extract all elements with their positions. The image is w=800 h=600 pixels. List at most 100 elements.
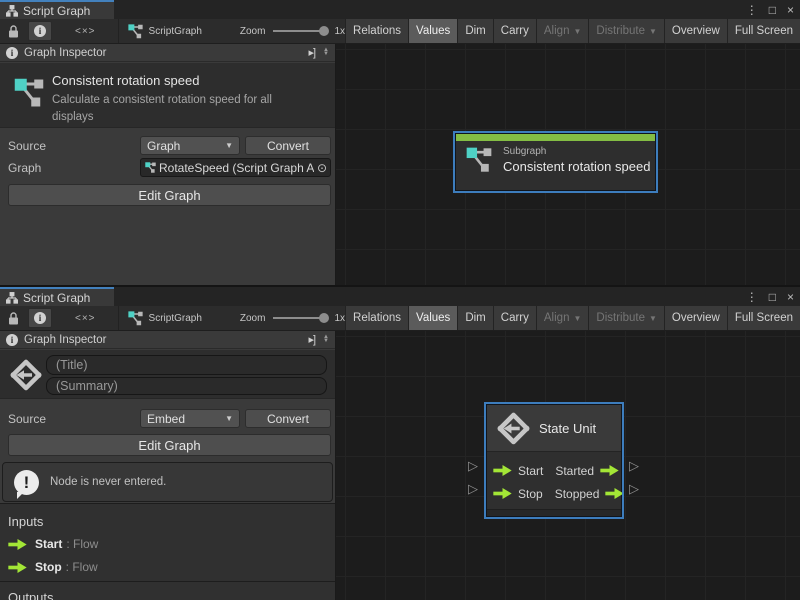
object-picker-icon[interactable]: ⊙ bbox=[317, 161, 327, 175]
port-connector-icon[interactable]: ▷ bbox=[468, 459, 478, 472]
input-port-row: Start : Flow bbox=[8, 537, 98, 551]
graph-inspector-header: i Graph Inspector ▸] ▲ ▼ bbox=[0, 331, 335, 349]
zoom-slider[interactable] bbox=[273, 312, 327, 324]
node-color-bar bbox=[456, 134, 655, 141]
info-toggle-button[interactable]: i bbox=[28, 308, 52, 328]
info-toggle-button[interactable]: i bbox=[28, 21, 52, 41]
code-icon[interactable]: <×> bbox=[75, 313, 96, 324]
carry-button[interactable]: Carry bbox=[493, 19, 536, 43]
convert-button[interactable]: Convert bbox=[245, 409, 331, 428]
lock-icon[interactable] bbox=[8, 25, 19, 38]
graph-inspector-title: Graph Inspector bbox=[24, 334, 302, 346]
info-icon: i bbox=[34, 312, 46, 324]
menu-icon[interactable]: ⋮ bbox=[746, 291, 758, 303]
spinner-down-icon[interactable]: ▼ bbox=[323, 340, 329, 343]
port-row: Stop Stopped bbox=[493, 482, 615, 505]
lock-icon[interactable] bbox=[8, 312, 19, 325]
script-graph-icon bbox=[14, 78, 44, 111]
script-graph-icon bbox=[128, 311, 143, 326]
graph-object-field[interactable]: RotateSpeed (Script Graph A ⊙ bbox=[140, 158, 331, 177]
flow-arrow-icon[interactable] bbox=[600, 465, 619, 476]
panel-scroll-spinner[interactable]: ▲ ▼ bbox=[323, 336, 329, 343]
values-button[interactable]: Values bbox=[408, 306, 457, 330]
graph-name-label: ScriptGraph bbox=[149, 313, 202, 324]
dim-button[interactable]: Dim bbox=[457, 306, 492, 330]
node-ports: Start Started Stop Stopped bbox=[487, 452, 621, 510]
inputs-header: Inputs bbox=[8, 514, 43, 529]
window-controls: ⋮ □ × bbox=[746, 0, 794, 19]
port-connector-icon[interactable]: ▷ bbox=[468, 482, 478, 495]
relations-button[interactable]: Relations bbox=[345, 306, 408, 330]
maximize-icon[interactable]: □ bbox=[769, 291, 776, 303]
flow-arrow-icon bbox=[8, 539, 27, 550]
inspector-toggle-group: i <×> bbox=[0, 19, 104, 43]
panel-scroll-spinner[interactable]: ▲ ▼ bbox=[323, 49, 329, 56]
graph-canvas[interactable]: State Unit Start Started bbox=[336, 331, 800, 600]
relations-button[interactable]: Relations bbox=[345, 19, 408, 43]
title-field[interactable] bbox=[46, 355, 327, 375]
maximize-icon[interactable]: □ bbox=[769, 4, 776, 16]
graph-inspector-panel: i Graph Inspector ▸] ▲ ▼ Consistent rota… bbox=[0, 44, 336, 285]
full-screen-button[interactable]: Full Screen bbox=[727, 306, 800, 330]
toolbar-buttons: Relations Values Dim Carry Align ▼ Distr… bbox=[345, 306, 800, 330]
state-unit-icon bbox=[10, 359, 42, 394]
zoom-slider[interactable] bbox=[273, 25, 327, 37]
subgraph-node[interactable]: Subgraph Consistent rotation speed bbox=[455, 133, 656, 191]
state-unit-icon bbox=[497, 412, 530, 445]
output-port-label: Started bbox=[555, 464, 594, 478]
input-port-row: Stop : Flow bbox=[8, 560, 98, 574]
chevron-down-icon: ▼ bbox=[573, 27, 581, 36]
code-icon[interactable]: <×> bbox=[75, 26, 96, 37]
carry-button[interactable]: Carry bbox=[493, 306, 536, 330]
graph-title: Consistent rotation speed bbox=[52, 73, 199, 88]
state-unit-node[interactable]: State Unit Start Started bbox=[486, 404, 622, 517]
dock-panel-icon[interactable]: ▸] bbox=[308, 46, 315, 59]
edit-graph-button[interactable]: Edit Graph bbox=[8, 184, 331, 206]
source-dropdown[interactable]: Embed ▼ bbox=[140, 409, 240, 428]
flow-arrow-icon bbox=[8, 562, 27, 573]
zoom-label: Zoom bbox=[240, 26, 266, 37]
edit-graph-button[interactable]: Edit Graph bbox=[8, 434, 331, 456]
chevron-down-icon: ▼ bbox=[649, 27, 657, 36]
zoom-slider-handle[interactable] bbox=[319, 26, 329, 36]
port-connector-icon[interactable]: ▷ bbox=[629, 482, 639, 495]
summary-field[interactable] bbox=[46, 377, 327, 395]
close-icon[interactable]: × bbox=[787, 291, 794, 303]
overview-button[interactable]: Overview bbox=[664, 19, 727, 43]
dim-button[interactable]: Dim bbox=[457, 19, 492, 43]
distribute-button[interactable]: Distribute ▼ bbox=[588, 306, 664, 330]
flow-arrow-icon[interactable] bbox=[605, 488, 624, 499]
port-connector-icon[interactable]: ▷ bbox=[629, 459, 639, 472]
close-icon[interactable]: × bbox=[787, 4, 794, 16]
values-button[interactable]: Values bbox=[408, 19, 457, 43]
source-label: Source bbox=[8, 139, 46, 153]
dock-panel-icon[interactable]: ▸] bbox=[308, 333, 315, 346]
convert-button[interactable]: Convert bbox=[245, 136, 331, 155]
script-graph-window-top: Script Graph ⋮ □ × i <×> ScriptGraph Zoo… bbox=[0, 0, 800, 285]
graph-hierarchy-icon bbox=[6, 292, 18, 304]
zoom-slider-handle[interactable] bbox=[319, 313, 329, 323]
overview-button[interactable]: Overview bbox=[664, 306, 727, 330]
distribute-button[interactable]: Distribute ▼ bbox=[588, 19, 664, 43]
source-dropdown[interactable]: Graph ▼ bbox=[140, 136, 240, 155]
node-footer bbox=[487, 509, 621, 516]
section-divider bbox=[0, 581, 335, 582]
full-screen-button[interactable]: Full Screen bbox=[727, 19, 800, 43]
tab-script-graph[interactable]: Script Graph bbox=[0, 287, 114, 306]
source-dropdown-value: Embed bbox=[147, 412, 185, 426]
script-graph-icon bbox=[145, 162, 156, 173]
graph-canvas[interactable]: Subgraph Consistent rotation speed bbox=[336, 44, 800, 285]
port-name: Stop bbox=[35, 560, 62, 574]
flow-arrow-icon[interactable] bbox=[493, 465, 512, 476]
distribute-label: Distribute bbox=[596, 312, 645, 324]
align-button[interactable]: Align ▼ bbox=[536, 306, 589, 330]
align-button[interactable]: Align ▼ bbox=[536, 19, 589, 43]
graph-toolbar: i <×> ScriptGraph Zoom 1x Relations Valu… bbox=[0, 306, 800, 331]
chevron-down-icon: ▼ bbox=[225, 141, 233, 150]
menu-icon[interactable]: ⋮ bbox=[746, 4, 758, 16]
flow-arrow-icon[interactable] bbox=[493, 488, 512, 499]
spinner-down-icon[interactable]: ▼ bbox=[323, 53, 329, 56]
chevron-down-icon: ▼ bbox=[649, 314, 657, 323]
toolbar-buttons: Relations Values Dim Carry Align ▼ Distr… bbox=[345, 19, 800, 43]
tab-script-graph[interactable]: Script Graph bbox=[0, 0, 114, 19]
